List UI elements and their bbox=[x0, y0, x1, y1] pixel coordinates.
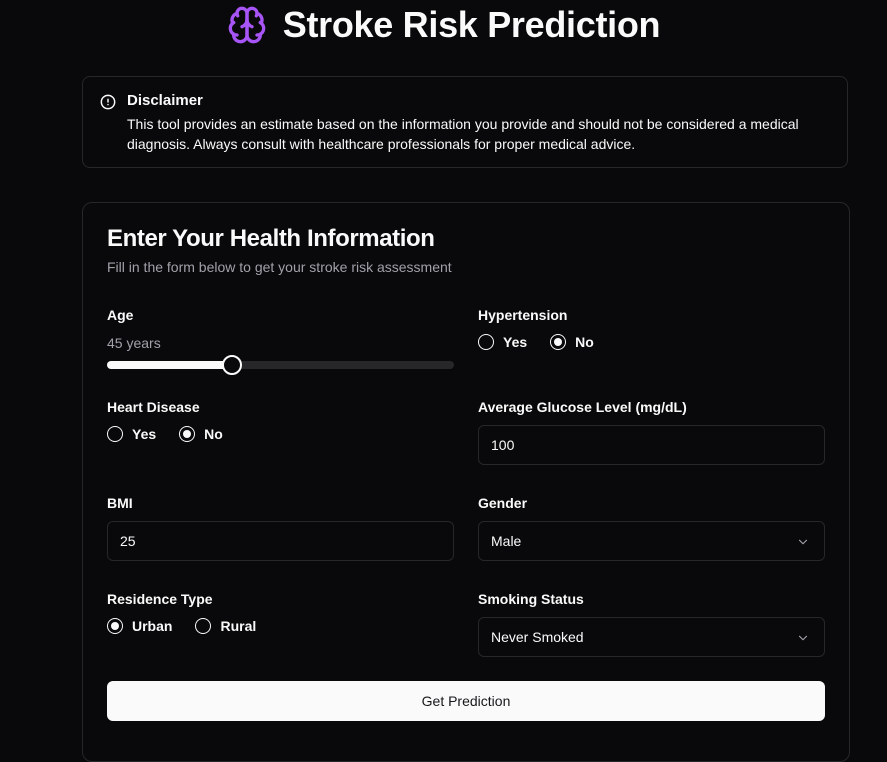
health-form-card: Enter Your Health Information Fill in th… bbox=[82, 202, 850, 762]
radio-circle-icon[interactable] bbox=[107, 426, 123, 442]
heart-disease-label: Heart Disease bbox=[107, 399, 200, 415]
hypertension-label: Hypertension bbox=[478, 307, 568, 323]
heart-disease-no-option[interactable]: No bbox=[179, 426, 223, 442]
glucose-input[interactable]: 100 bbox=[478, 425, 825, 465]
radio-label: No bbox=[204, 426, 223, 442]
residence-label: Residence Type bbox=[107, 591, 213, 607]
disclaimer-text: This tool provides an estimate based on … bbox=[127, 116, 799, 152]
form-subtitle: Fill in the form below to get your strok… bbox=[107, 259, 452, 275]
age-label: Age bbox=[107, 307, 134, 323]
radio-label: Yes bbox=[132, 426, 157, 442]
bmi-label: BMI bbox=[107, 495, 133, 511]
residence-rural-option[interactable]: Rural bbox=[195, 618, 256, 634]
radio-selected-dot bbox=[554, 338, 563, 346]
page-header: Stroke Risk Prediction bbox=[0, 0, 887, 50]
radio-selected-dot bbox=[111, 622, 119, 630]
gender-select[interactable]: Male bbox=[478, 521, 825, 561]
residence-urban-option[interactable]: Urban bbox=[107, 618, 172, 634]
bmi-input[interactable]: 25 bbox=[107, 521, 454, 561]
radio-label: No bbox=[575, 334, 594, 350]
chevron-down-icon bbox=[796, 631, 810, 645]
get-prediction-button[interactable]: Get Prediction bbox=[107, 681, 825, 721]
chevron-down-icon bbox=[796, 535, 810, 549]
brain-icon bbox=[227, 5, 267, 45]
radio-circle-icon[interactable] bbox=[195, 618, 212, 634]
radio-selected-dot bbox=[183, 430, 192, 438]
smoking-select-value: Never Smoked bbox=[491, 629, 584, 645]
alert-circle-icon bbox=[100, 94, 116, 110]
radio-label: Urban bbox=[132, 618, 173, 634]
hypertension-yes-option[interactable]: Yes bbox=[478, 334, 527, 350]
heart-disease-radio-group: Yes No bbox=[107, 426, 246, 442]
residence-radio-group: Urban Rural bbox=[107, 618, 279, 634]
heart-disease-yes-option[interactable]: Yes bbox=[107, 426, 156, 442]
disclaimer-title: Disclaimer bbox=[127, 92, 203, 109]
radio-label: Rural bbox=[220, 618, 257, 634]
disclaimer-alert: Disclaimer This tool provides an estimat… bbox=[82, 76, 848, 168]
gender-label: Gender bbox=[478, 495, 528, 511]
age-slider-thumb[interactable] bbox=[221, 355, 242, 375]
age-slider[interactable] bbox=[107, 355, 454, 375]
radio-circle-icon[interactable] bbox=[179, 426, 196, 442]
radio-label: Yes bbox=[503, 334, 528, 350]
gender-select-value: Male bbox=[491, 533, 522, 549]
radio-circle-icon[interactable] bbox=[107, 618, 123, 634]
radio-circle-icon[interactable] bbox=[550, 334, 567, 350]
age-value: 45 years bbox=[107, 335, 161, 351]
page-title: Stroke Risk Prediction bbox=[282, 4, 661, 45]
hypertension-radio-group: Yes No bbox=[478, 334, 617, 350]
radio-circle-icon[interactable] bbox=[478, 334, 494, 350]
smoking-label: Smoking Status bbox=[478, 591, 584, 607]
form-title: Enter Your Health Information bbox=[107, 225, 435, 252]
hypertension-no-option[interactable]: No bbox=[550, 334, 594, 350]
glucose-label: Average Glucose Level (mg/dL) bbox=[478, 399, 687, 415]
age-slider-fill bbox=[107, 361, 232, 369]
smoking-select[interactable]: Never Smoked bbox=[478, 617, 825, 657]
